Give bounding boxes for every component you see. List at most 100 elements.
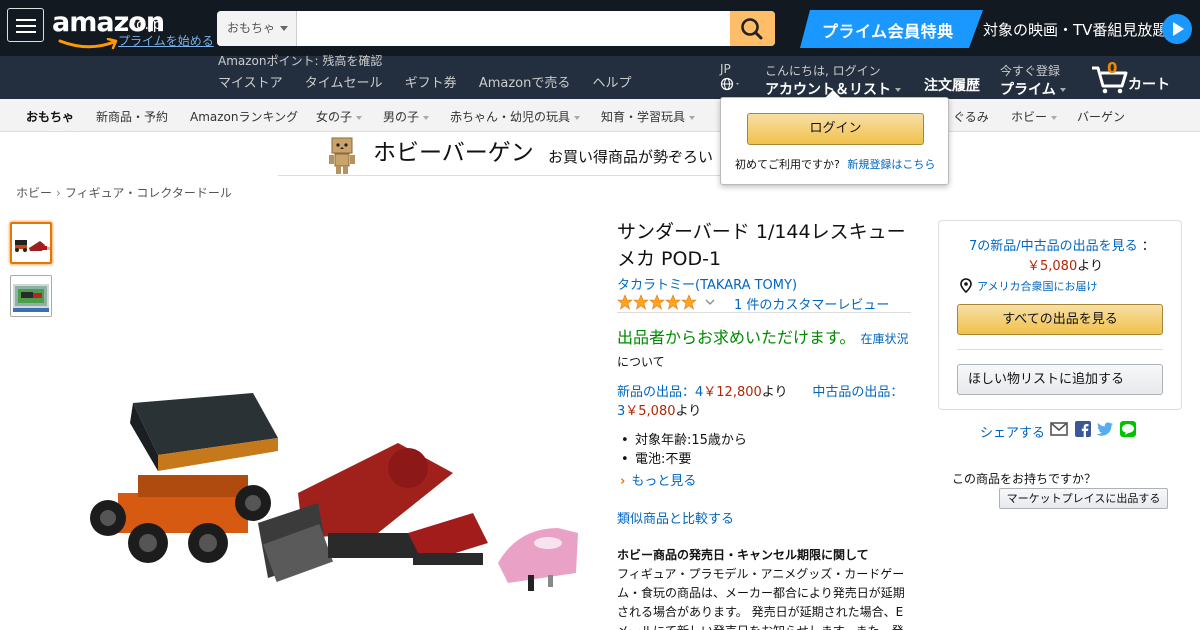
lowest-price: ￥5,080より — [1027, 255, 1103, 274]
star-rating[interactable] — [617, 294, 727, 314]
category-toys[interactable]: おもちゃ — [26, 108, 74, 125]
category-hobby[interactable]: ホビー — [1011, 108, 1058, 125]
divider — [617, 312, 911, 313]
facebook-icon[interactable] — [1074, 421, 1092, 437]
sell-on-marketplace-button[interactable]: マーケットプレイスに出品する — [999, 488, 1168, 509]
search-icon — [741, 18, 763, 40]
star-rating-icon — [617, 294, 715, 310]
language-code: JP — [720, 62, 731, 76]
chevron-down-icon — [280, 26, 288, 31]
category-boys[interactable]: 男の子 — [383, 108, 430, 125]
chevron-down-icon — [1051, 115, 1058, 120]
product-main-image[interactable] — [78, 383, 578, 613]
see-more-link[interactable]: › もっと見る — [620, 470, 696, 489]
new-customer-text: 初めてご利用ですか? — [735, 158, 840, 171]
stock-status-link[interactable]: 在庫状況 — [861, 332, 909, 346]
category-educational[interactable]: 知育・学習玩具 — [601, 108, 696, 125]
category-new-releases[interactable]: 新商品・予約 — [96, 108, 168, 125]
sell-question: この商品をお持ちですか？ — [952, 472, 1097, 486]
used-offers-price: ￥5,080 — [625, 404, 676, 419]
play-icon — [1162, 14, 1192, 44]
see-all-offers-button[interactable]: すべての出品を見る — [957, 304, 1163, 335]
nav-main: お届け先 アメリカ合衆国 Amazonポイント: 残高を確認 マイストア タイム… — [0, 54, 1200, 151]
start-prime-link[interactable]: プライムを始める — [118, 32, 214, 49]
amazon-logo[interactable]: amazon .co.jp プライムを始める — [52, 9, 214, 50]
prime-signup-text: 今すぐ登録 — [1000, 64, 1061, 78]
signin-button[interactable]: ログイン — [747, 113, 924, 145]
add-to-wishlist-button[interactable]: ほしい物リストに追加する — [957, 364, 1163, 395]
prime-menu[interactable]: 今すぐ登録 プライム — [1000, 62, 1066, 99]
prime-video-banner[interactable]: プライム会員特典 対象の映画・TV番組見放題 — [800, 10, 1192, 48]
search-bar: おもちゃ — [217, 11, 775, 46]
prime-benefit-badge: プライム会員特典 — [800, 10, 983, 48]
product-photo-illustration — [90, 393, 578, 591]
thumbnail-1[interactable] — [10, 222, 52, 264]
offers-box: 7の新品/中古品の出品を見る ： ￥5,080より アメリカ合衆国にお届け すべ… — [938, 220, 1182, 410]
availability-text: 出品者からお求めいただけます。 — [617, 328, 856, 347]
nav-link-timesale[interactable]: タイムセール — [305, 76, 383, 91]
search-department-label: おもちゃ — [227, 21, 276, 35]
nav-link-sell[interactable]: Amazonで売る — [479, 76, 571, 91]
signin-flyout: ログイン 初めてご利用ですか? 新規登録はこちら — [720, 90, 949, 185]
line-icon[interactable] — [1119, 421, 1137, 437]
orders-link[interactable]: 注文履歴 — [924, 75, 980, 95]
new-offers-price: ￥12,800 — [703, 385, 762, 400]
category-plush[interactable]: ぐるみ — [953, 108, 989, 125]
chevron-down-icon — [423, 115, 430, 120]
breadcrumb-hobby[interactable]: ホビー — [16, 186, 52, 200]
product-thumbnail-image — [15, 240, 50, 252]
prime-benefit-text: プライム会員特典 — [822, 22, 954, 41]
lowest-price-value: ￥5,080 — [1027, 259, 1078, 274]
compare-similar-link[interactable]: 類似商品と比較する — [617, 508, 734, 527]
thumbnail-2[interactable] — [10, 275, 52, 317]
new-offers-link[interactable]: 新品の出品：4￥12,800 — [617, 385, 762, 400]
location-pin-icon — [960, 278, 972, 293]
cart-button[interactable]: 0 カート — [1090, 58, 1180, 96]
breadcrumb: ホビー › フィギュア・コレクタードール — [16, 184, 232, 201]
offers-colon: ： — [1141, 239, 1155, 254]
register-link[interactable]: 新規登録はこちら — [847, 158, 935, 171]
share-label[interactable]: シェアする — [980, 422, 1045, 441]
chevron-down-icon — [574, 115, 581, 120]
category-girls[interactable]: 女の子 — [316, 108, 363, 125]
prime-menu-label: プライム — [1000, 82, 1056, 98]
nav-link-help[interactable]: ヘルプ — [593, 76, 632, 91]
logo-tld: .co.jp — [124, 17, 162, 33]
category-bargain[interactable]: バーゲン — [1077, 108, 1125, 125]
mail-icon[interactable] — [1050, 421, 1068, 437]
release-notice-heading: ホビー商品の発売日・キャンセル期限に関して — [617, 548, 869, 562]
category-nav-bar: おもちゃ 新商品・予約 Amazonランキング 女の子 男の子 赤ちゃん・幼児の… — [0, 99, 1200, 132]
search-department-select[interactable]: おもちゃ — [217, 11, 297, 46]
release-notice-text: フィギュア・プラモデル・アニメグッズ・カードゲーム・食玩の商品は、メーカー都合に… — [617, 567, 905, 630]
search-button[interactable] — [730, 11, 775, 46]
product-package-image — [13, 284, 49, 312]
category-ranking[interactable]: Amazonランキング — [190, 108, 298, 125]
nav-link-giftcard[interactable]: ギフト券 — [405, 76, 457, 91]
category-baby-toys[interactable]: 赤ちゃん・幼児の玩具 — [450, 108, 581, 125]
breadcrumb-figure[interactable]: フィギュア・コレクタードール — [65, 186, 232, 200]
smile-arrow-icon — [58, 38, 118, 50]
all-offers-link[interactable]: 7の新品/中古品の出品を見る — [969, 239, 1138, 254]
see-more-label: もっと見る — [631, 474, 697, 489]
language-selector[interactable]: JP — [720, 62, 742, 94]
deliver-to-row: アメリカ合衆国にお届け — [959, 278, 1097, 294]
search-input[interactable] — [298, 11, 730, 46]
category-label: 女の子 — [316, 110, 353, 124]
customer-review-link[interactable]: 1 件のカスタマーレビュー — [734, 294, 889, 313]
chevron-right-icon: › — [620, 474, 626, 489]
category-label: 赤ちゃん・幼児の玩具 — [450, 110, 571, 124]
chevron-down-icon — [689, 115, 696, 120]
brand-link[interactable]: タカラトミー(TAKARA TOMY) — [617, 274, 797, 293]
chevron-down-icon — [895, 88, 901, 92]
twitter-icon[interactable] — [1096, 421, 1114, 437]
cart-count: 0 — [1107, 59, 1118, 77]
nav-link-mystore[interactable]: マイストア — [218, 76, 283, 91]
price-suffix: より — [675, 404, 702, 419]
new-offers-label: 新品の出品：4 — [617, 385, 704, 400]
hobby-bargain-banner[interactable]: ホビーバーゲン お買い得商品が勢ぞろい — [278, 134, 728, 176]
amazon-points-link[interactable]: Amazonポイント: 残高を確認 — [218, 52, 382, 69]
greeting-text: こんにちは, ログイン — [765, 64, 881, 78]
menu-hamburger-button[interactable] — [7, 8, 44, 42]
deliver-to-link[interactable]: アメリカ合衆国にお届け — [977, 280, 1097, 293]
category-label: 男の子 — [383, 110, 420, 124]
